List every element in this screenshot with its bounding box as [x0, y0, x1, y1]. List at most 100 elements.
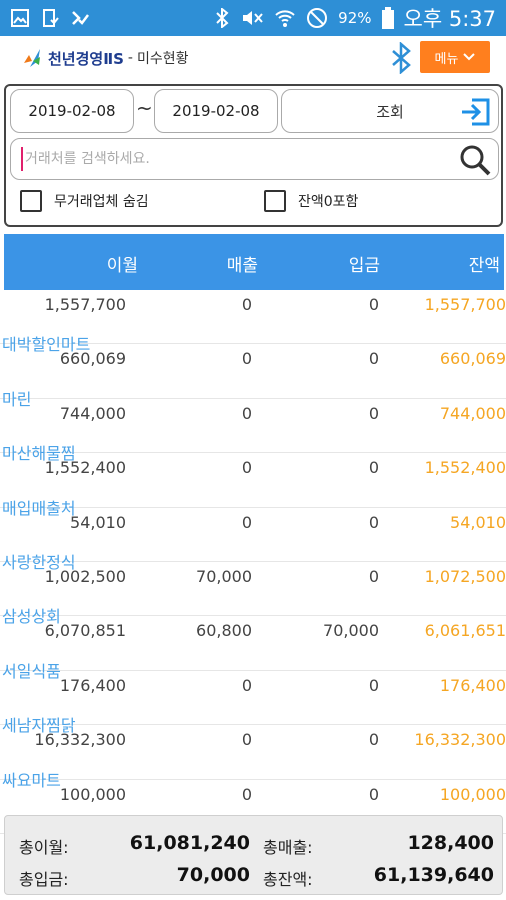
carry-value: 1,002,500 — [44, 566, 126, 586]
date-range-tilde: ~ — [136, 96, 153, 120]
battery-icon — [381, 7, 394, 29]
sales-value: 0 — [241, 675, 252, 695]
logo-mark-icon — [24, 49, 40, 67]
carry-value: 1,557,700 — [44, 295, 126, 314]
table-row[interactable]: 매입매출처 54,010 0 0 54,010 — [0, 499, 506, 562]
sales-value: 70,000 — [196, 566, 252, 586]
search-input[interactable] — [21, 147, 441, 171]
checkbox-box[interactable] — [20, 190, 42, 212]
deposit-value: 0 — [368, 403, 379, 423]
device-notification-icon — [43, 9, 59, 27]
table-row[interactable]: 삼성상회 6,070,851 60,800 70,000 6,061,651 — [0, 607, 506, 671]
balance-value: 1,552,400 — [424, 458, 506, 478]
balance-value: 660,069 — [439, 349, 506, 369]
sales-value: 0 — [241, 403, 252, 423]
sales-value: 60,800 — [196, 621, 252, 641]
table-header: 이월 매출 입금 잔액 — [4, 234, 504, 290]
hide-no-trade-checkbox[interactable]: 무거래업체 숨김 — [20, 190, 149, 212]
menu-label: 메뉴 — [434, 51, 459, 67]
customer-name: 매입매출처 — [2, 498, 76, 518]
sales-value: 0 — [241, 458, 252, 478]
balance-value: 6,061,651 — [424, 621, 506, 641]
table-row[interactable]: 마산해물찜 1,552,400 0 0 1,552,400 — [0, 444, 506, 508]
mute-icon — [243, 11, 263, 25]
table-row[interactable]: 사랑한정식 1,002,500 70,000 0 1,072,500 — [0, 553, 506, 617]
deposit-value: 0 — [368, 349, 379, 369]
column-header-sales[interactable]: 매출 — [227, 251, 258, 276]
bluetooth-icon[interactable] — [388, 42, 414, 74]
brand-name: 천년경영ⅡS — [48, 49, 124, 68]
deposit-value: 0 — [368, 784, 379, 804]
sales-value: 0 — [241, 512, 252, 532]
status-bar: 92% 오후 5:37 — [0, 0, 506, 36]
total-balance-label: 총잔액: — [263, 870, 313, 889]
app-header: 천년경영ⅡS - 미수현황 메뉴 — [0, 36, 506, 80]
gallery-notification-icon — [11, 9, 29, 27]
enter-icon[interactable] — [458, 94, 494, 130]
search-icon[interactable] — [458, 143, 492, 177]
deposit-value: 0 — [368, 512, 379, 532]
total-carry-value: 61,081,240 — [129, 832, 250, 854]
page-title: 미수현황 — [136, 51, 189, 67]
table-row[interactable]: 세남자찜닭 16,332,300 0 0 16,332,300 — [0, 716, 506, 780]
totals-panel: 총이월: 61,081,240 총매출: 128,400 총입금: 70,000… — [4, 815, 503, 895]
checkbox-box[interactable] — [264, 190, 286, 212]
date-to-field[interactable]: 2019-02-08 — [154, 89, 278, 133]
balance-value: 176,400 — [439, 675, 506, 695]
sales-value: 0 — [241, 349, 252, 369]
carry-value: 1,552,400 — [44, 458, 126, 478]
carry-value: 6,070,851 — [44, 621, 126, 641]
filter-panel: 2019-02-08 ~ 2019-02-08 조회 무거래업체 숨김 잔액0포… — [4, 84, 503, 227]
carry-value: 16,332,300 — [34, 730, 126, 750]
column-header-balance[interactable]: 잔액 — [469, 251, 500, 276]
carry-value: 54,010 — [70, 512, 126, 532]
sales-value: 0 — [241, 730, 252, 750]
customer-name: 마린 — [2, 389, 32, 409]
deposit-value: 0 — [368, 295, 379, 314]
deposit-value: 0 — [368, 675, 379, 695]
receivables-list: 1,557,700 0 0 1,557,700 대박할인마트 660,069 0… — [0, 290, 506, 834]
search-box — [10, 138, 499, 180]
carry-value: 176,400 — [59, 675, 126, 695]
carry-value: 744,000 — [59, 403, 126, 423]
do-not-disturb-icon — [307, 8, 328, 28]
total-sales-label: 총매출: — [263, 838, 313, 857]
query-button[interactable]: 조회 — [281, 89, 499, 133]
date-from-field[interactable]: 2019-02-08 — [10, 89, 134, 133]
column-header-carry[interactable]: 이월 — [107, 251, 138, 276]
carry-value: 660,069 — [59, 349, 126, 369]
chevron-down-icon — [463, 53, 476, 61]
checkbox-label: 잔액0포함 — [298, 194, 359, 210]
balance-value: 54,010 — [450, 512, 506, 532]
clock: 오후 5:37 — [403, 7, 496, 31]
table-row[interactable]: 대박할인마트 660,069 0 0 660,069 — [0, 335, 506, 399]
wifi-icon — [275, 10, 295, 27]
check-notification-icon — [72, 11, 89, 25]
title-separator: - — [127, 50, 133, 66]
include-zero-balance-checkbox[interactable]: 잔액0포함 — [264, 190, 358, 212]
sales-value: 0 — [241, 784, 252, 804]
carry-value: 100,000 — [59, 784, 126, 804]
total-balance-value: 61,139,640 — [373, 864, 494, 886]
deposit-value: 0 — [368, 566, 379, 586]
menu-button[interactable]: 메뉴 — [420, 41, 490, 73]
total-deposit-value: 70,000 — [176, 864, 250, 886]
column-header-deposit[interactable]: 입금 — [349, 251, 380, 276]
table-row[interactable]: 마린 744,000 0 0 744,000 — [0, 390, 506, 454]
balance-value: 744,000 — [439, 403, 506, 423]
deposit-value: 0 — [368, 458, 379, 478]
customer-name: 서일식품 — [2, 661, 61, 681]
sales-value: 0 — [241, 295, 252, 314]
total-carry-label: 총이월: — [19, 838, 69, 857]
total-deposit-label: 총입금: — [19, 870, 69, 889]
query-label: 조회 — [376, 102, 404, 121]
deposit-value: 0 — [368, 730, 379, 750]
total-sales-value: 128,400 — [407, 832, 494, 854]
customer-name: 싸요마트 — [2, 770, 61, 790]
balance-value: 100,000 — [439, 784, 506, 804]
deposit-value: 70,000 — [323, 621, 379, 641]
balance-value: 16,332,300 — [414, 730, 506, 750]
app-logo: 천년경영ⅡS - 미수현황 — [22, 47, 188, 69]
balance-value: 1,557,700 — [424, 295, 506, 314]
battery-percent: 92% — [338, 9, 372, 27]
